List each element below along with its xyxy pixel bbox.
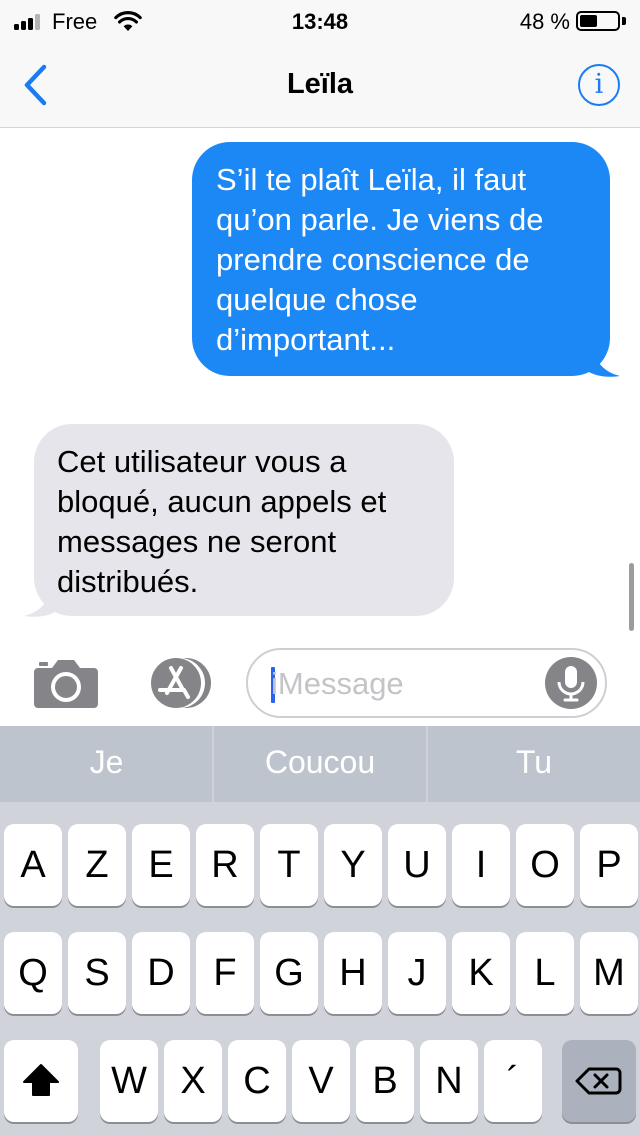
camera-icon bbox=[34, 660, 98, 708]
incoming-bubble-tail bbox=[24, 582, 58, 617]
app-store-button[interactable] bbox=[140, 657, 214, 709]
key-e[interactable]: E bbox=[132, 824, 190, 906]
input-placeholder: iMessage bbox=[271, 666, 404, 701]
predictive-text-bar: Je Coucou Tu bbox=[0, 726, 640, 802]
key-p[interactable]: P bbox=[580, 824, 638, 906]
shift-key[interactable] bbox=[4, 1040, 78, 1122]
incoming-message-bubble[interactable]: Cet utilisateur vous a bloqué, aucun app… bbox=[34, 424, 454, 616]
contact-name[interactable]: Leïla bbox=[0, 68, 640, 101]
message-line: bloqué, aucun appels et bbox=[57, 484, 387, 519]
message-line: distribués. bbox=[57, 564, 199, 599]
message-line: qu’on parle. Je viens de bbox=[216, 202, 544, 237]
camera-button[interactable] bbox=[34, 656, 98, 708]
battery-level-fill bbox=[580, 15, 598, 27]
outgoing-message-bubble[interactable]: S’il te plaît Leïla, il faut qu’on parle… bbox=[192, 142, 610, 376]
message-line: prendre conscience de bbox=[216, 242, 530, 277]
key-c[interactable]: C bbox=[228, 1040, 286, 1122]
key-q[interactable]: Q bbox=[4, 932, 62, 1014]
key-j[interactable]: J bbox=[388, 932, 446, 1014]
key-u[interactable]: U bbox=[388, 824, 446, 906]
key-d[interactable]: D bbox=[132, 932, 190, 1014]
microphone-icon bbox=[557, 666, 585, 702]
key-o[interactable]: O bbox=[516, 824, 574, 906]
key-g[interactable]: G bbox=[260, 932, 318, 1014]
message-line: Cet utilisateur vous a bbox=[57, 444, 347, 479]
key-a[interactable]: A bbox=[4, 824, 62, 906]
key-n[interactable]: N bbox=[420, 1040, 478, 1122]
dictation-button[interactable] bbox=[545, 657, 597, 709]
message-line: quelque chose bbox=[216, 282, 418, 317]
status-bar: Free 13:48 48 % bbox=[0, 0, 640, 42]
key-f[interactable]: F bbox=[196, 932, 254, 1014]
app-store-icon bbox=[151, 658, 211, 708]
message-line: d’important... bbox=[216, 322, 396, 357]
info-icon: i bbox=[594, 69, 604, 100]
key-y[interactable]: Y bbox=[324, 824, 382, 906]
scroll-indicator[interactable] bbox=[629, 563, 634, 631]
key-t[interactable]: T bbox=[260, 824, 318, 906]
info-button[interactable]: i bbox=[578, 64, 620, 106]
suggestion-tu[interactable]: Tu bbox=[428, 726, 640, 802]
suggestion-coucou[interactable]: Coucou bbox=[214, 726, 426, 802]
key-b[interactable]: B bbox=[356, 1040, 414, 1122]
imessage-input[interactable]: iMessage bbox=[246, 648, 607, 718]
key-acute-accent[interactable]: ´ bbox=[484, 1040, 542, 1122]
key-x[interactable]: X bbox=[164, 1040, 222, 1122]
message-line: messages ne seront bbox=[57, 524, 337, 559]
backspace-key[interactable] bbox=[562, 1040, 636, 1122]
key-v[interactable]: V bbox=[292, 1040, 350, 1122]
key-r[interactable]: R bbox=[196, 824, 254, 906]
battery-icon bbox=[576, 11, 620, 31]
keyboard: Je Coucou Tu A Z E R T Y U I O P Q S D F… bbox=[0, 726, 640, 1136]
key-i[interactable]: I bbox=[452, 824, 510, 906]
suggestion-je[interactable]: Je bbox=[0, 726, 213, 802]
key-w[interactable]: W bbox=[100, 1040, 158, 1122]
battery-percentage: 48 % bbox=[519, 9, 570, 34]
key-h[interactable]: H bbox=[324, 932, 382, 1014]
key-l[interactable]: L bbox=[516, 932, 574, 1014]
battery-terminal bbox=[622, 17, 626, 25]
key-s[interactable]: S bbox=[68, 932, 126, 1014]
message-line: S’il te plaît Leïla, il faut bbox=[216, 162, 527, 197]
outgoing-bubble-tail bbox=[586, 342, 620, 377]
conversation-header: Leïla i bbox=[0, 42, 640, 128]
shift-icon bbox=[23, 1064, 59, 1096]
backspace-icon bbox=[575, 1067, 622, 1095]
key-z[interactable]: Z bbox=[68, 824, 126, 906]
key-m[interactable]: M bbox=[580, 932, 638, 1014]
key-k[interactable]: K bbox=[452, 932, 510, 1014]
